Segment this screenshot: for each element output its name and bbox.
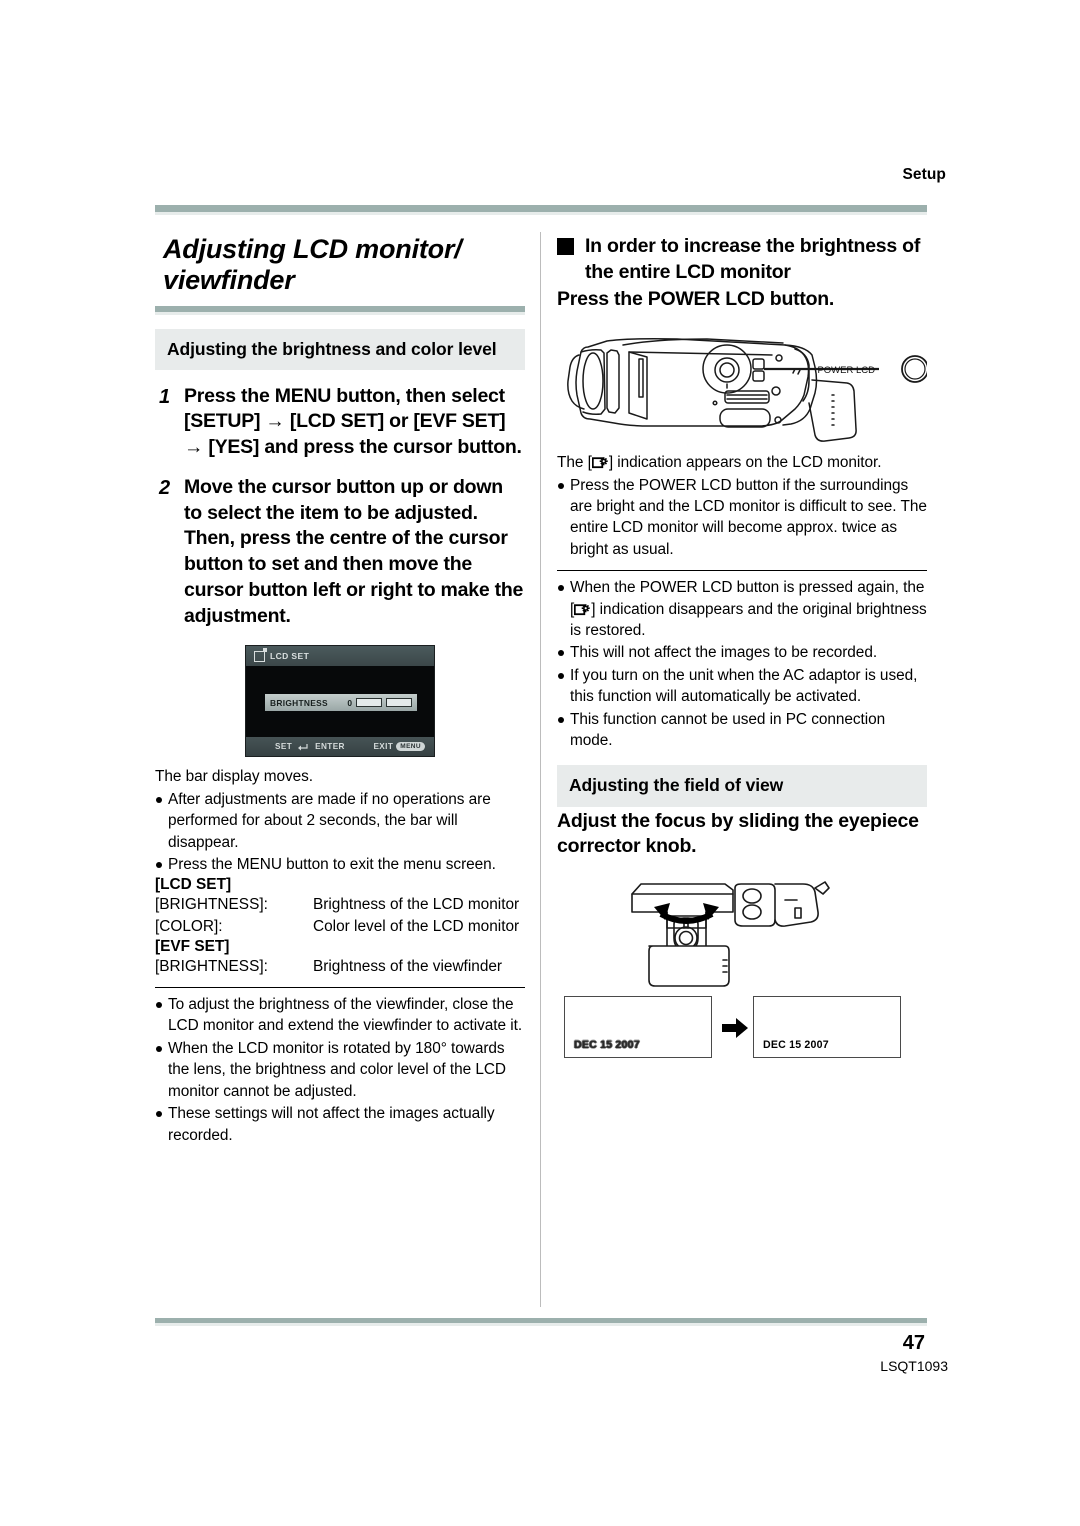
- list-item: If you turn on the unit when the AC adap…: [557, 665, 927, 708]
- document-id: LSQT1093: [880, 1358, 948, 1374]
- indication-text-after: ] indication appears on the LCD monitor.: [608, 454, 882, 472]
- lcd-set-screenshot-figure: LCD SET BRIGHTNESS 0 SET ENTER EXIT MENU: [155, 645, 525, 758]
- top-rule-accent: [155, 205, 927, 212]
- manual-page: Setup Adjusting LCD monitor/ viewfinder …: [0, 0, 1080, 1526]
- title-rule: [155, 305, 525, 315]
- viewfinder-sample-before: DEC 15 2007: [564, 996, 712, 1058]
- table-row: [BRIGHTNESS]: Brightness of the viewfind…: [155, 956, 525, 977]
- lcd-brightness-value: 0: [347, 697, 352, 708]
- evf-set-key-brightness: [BRIGHTNESS]:: [155, 957, 268, 975]
- lcd-set-label: [LCD SET]: [155, 876, 232, 894]
- power-lcd-notes-divider: [557, 570, 927, 572]
- list-item: These settings will not affect the image…: [155, 1103, 525, 1146]
- command-press-power-lcd: Press the POWER LCD button.: [557, 288, 835, 311]
- step-2: 2 Move the cursor button up or down to s…: [155, 475, 525, 629]
- arrow-right-icon: [722, 1018, 748, 1038]
- title-rule-light: [155, 311, 525, 315]
- lcd-brightness-row: BRIGHTNESS 0: [265, 694, 417, 712]
- final-notes-list: To adjust the brightness of the viewfind…: [155, 994, 525, 1146]
- left-column: Adjusting LCD monitor/ viewfinder Adjust…: [155, 225, 525, 1146]
- power-lcd-callout-label: POWER LCD: [817, 365, 875, 376]
- power-lcd-notes-2: When the POWER LCD button is pressed aga…: [557, 577, 927, 751]
- list-item: This will not affect the images to be re…: [557, 642, 927, 663]
- lcd-footer-menu-key: MENU: [396, 742, 425, 752]
- eyepiece-corrector-figure: DEC 15 2007 DEC 15 2007: [557, 876, 927, 1066]
- viewfinder-date-after: DEC 15 2007: [763, 1039, 829, 1051]
- indication-text-before: The [: [557, 454, 592, 472]
- lcd-bright-indicator-icon: [574, 601, 591, 615]
- lcd-footer-enter: ENTER: [315, 742, 345, 752]
- eyepiece-illustration: [631, 881, 830, 987]
- lcd-footer-set: SET: [275, 742, 293, 752]
- page-title: Adjusting LCD monitor/ viewfinder: [163, 234, 462, 296]
- enter-arrow-icon: [298, 743, 308, 751]
- note-power-again-after: ] indication disappears and the original…: [570, 600, 927, 640]
- power-lcd-notes-1: Press the POWER LCD button if the surrou…: [557, 475, 927, 561]
- lcd-bright-indicator-icon: [591, 454, 609, 469]
- lcd-screen-title: LCD SET: [270, 651, 310, 662]
- list-item: Press the POWER LCD button if the surrou…: [557, 475, 927, 561]
- lcd-indication-paragraph: The [ ] indication appears on the LCD mon…: [557, 452, 927, 473]
- camcorder-figure: POWER LCD: [557, 325, 929, 450]
- lcd-set-value-color: Color level of the LCD monitor: [313, 917, 520, 935]
- list-item: When the LCD monitor is rotated by 180° …: [155, 1038, 525, 1102]
- step-2-number: 2: [159, 476, 171, 499]
- section-heading-field-of-view: Adjusting the field of view: [557, 765, 927, 807]
- step-1-number: 1: [159, 385, 171, 408]
- lcd-bar-segment-left: [356, 698, 382, 708]
- lcd-brightness-label: BRIGHTNESS: [270, 697, 328, 708]
- command-adjust-focus: Adjust the focus by sliding the eyepiece…: [557, 809, 919, 858]
- evf-set-label: [EVF SET]: [155, 937, 230, 955]
- step-2-text: Move the cursor button up or down to sel…: [184, 475, 524, 627]
- evf-set-value-brightness: Brightness of the viewfinder: [313, 957, 503, 975]
- column-divider: [540, 232, 541, 1307]
- list-item: Press the MENU button to exit the menu s…: [155, 854, 525, 875]
- viewfinder-date-before: DEC 15 2007: [574, 1039, 640, 1051]
- footer-rule: [155, 1318, 927, 1326]
- section-heading-brightness-color: Adjusting the brightness and color level: [155, 328, 525, 370]
- table-row: [BRIGHTNESS]: Brightness of the LCD moni…: [155, 894, 525, 915]
- step-notes-list: After adjustments are made if no operati…: [155, 789, 525, 876]
- bar-display-result-text: The bar display moves.: [155, 768, 314, 786]
- list-item: After adjustments are made if no operati…: [155, 789, 525, 853]
- page-number: 47: [902, 1332, 925, 1354]
- lcd-footer-exit-group: EXIT MENU: [373, 742, 425, 752]
- list-item: To adjust the brightness of the viewfind…: [155, 994, 525, 1037]
- list-item: When the POWER LCD button is pressed aga…: [557, 577, 927, 641]
- running-header: Setup: [902, 166, 946, 183]
- lcd-footer-exit: EXIT: [373, 742, 394, 752]
- right-column: In order to increase the brightness of t…: [557, 225, 929, 1066]
- lcd-screen-footerbar: SET ENTER EXIT MENU: [246, 737, 434, 757]
- lcd-screen-titlebar: LCD SET: [246, 646, 434, 667]
- list-item: This function cannot be used in PC conne…: [557, 709, 927, 752]
- table-row: [COLOR]: Color level of the LCD monitor: [155, 916, 525, 937]
- camcorder-illustration: POWER LCD: [567, 338, 929, 443]
- heading-increase-brightness: In order to increase the brightness of t…: [557, 234, 927, 285]
- lcd-set-key-brightness: [BRIGHTNESS]:: [155, 896, 268, 914]
- heading-increase-brightness-label: In order to increase the brightness of t…: [585, 235, 921, 283]
- viewfinder-sample-after: DEC 15 2007: [753, 996, 901, 1058]
- top-rule-light: [155, 212, 927, 215]
- square-bullet-icon: [557, 238, 574, 255]
- top-rule: [155, 205, 927, 215]
- menu-page-icon: [254, 647, 267, 662]
- lcd-set-screen: LCD SET BRIGHTNESS 0 SET ENTER EXIT MENU: [245, 645, 435, 758]
- lcd-brightness-bar: [356, 698, 412, 708]
- rotate-arrow-icon: [654, 903, 719, 924]
- lcd-set-value-brightness: Brightness of the LCD monitor: [313, 896, 520, 914]
- footer-rule-light: [155, 1323, 927, 1326]
- notes-divider: [155, 987, 525, 989]
- lcd-bar-segment-right: [386, 698, 412, 708]
- step-1-text: Press the MENU button, then select [SETU…: [184, 384, 522, 459]
- step-1: 1 Press the MENU button, then select [SE…: [155, 384, 525, 461]
- lcd-set-key-color: [COLOR]:: [155, 917, 223, 935]
